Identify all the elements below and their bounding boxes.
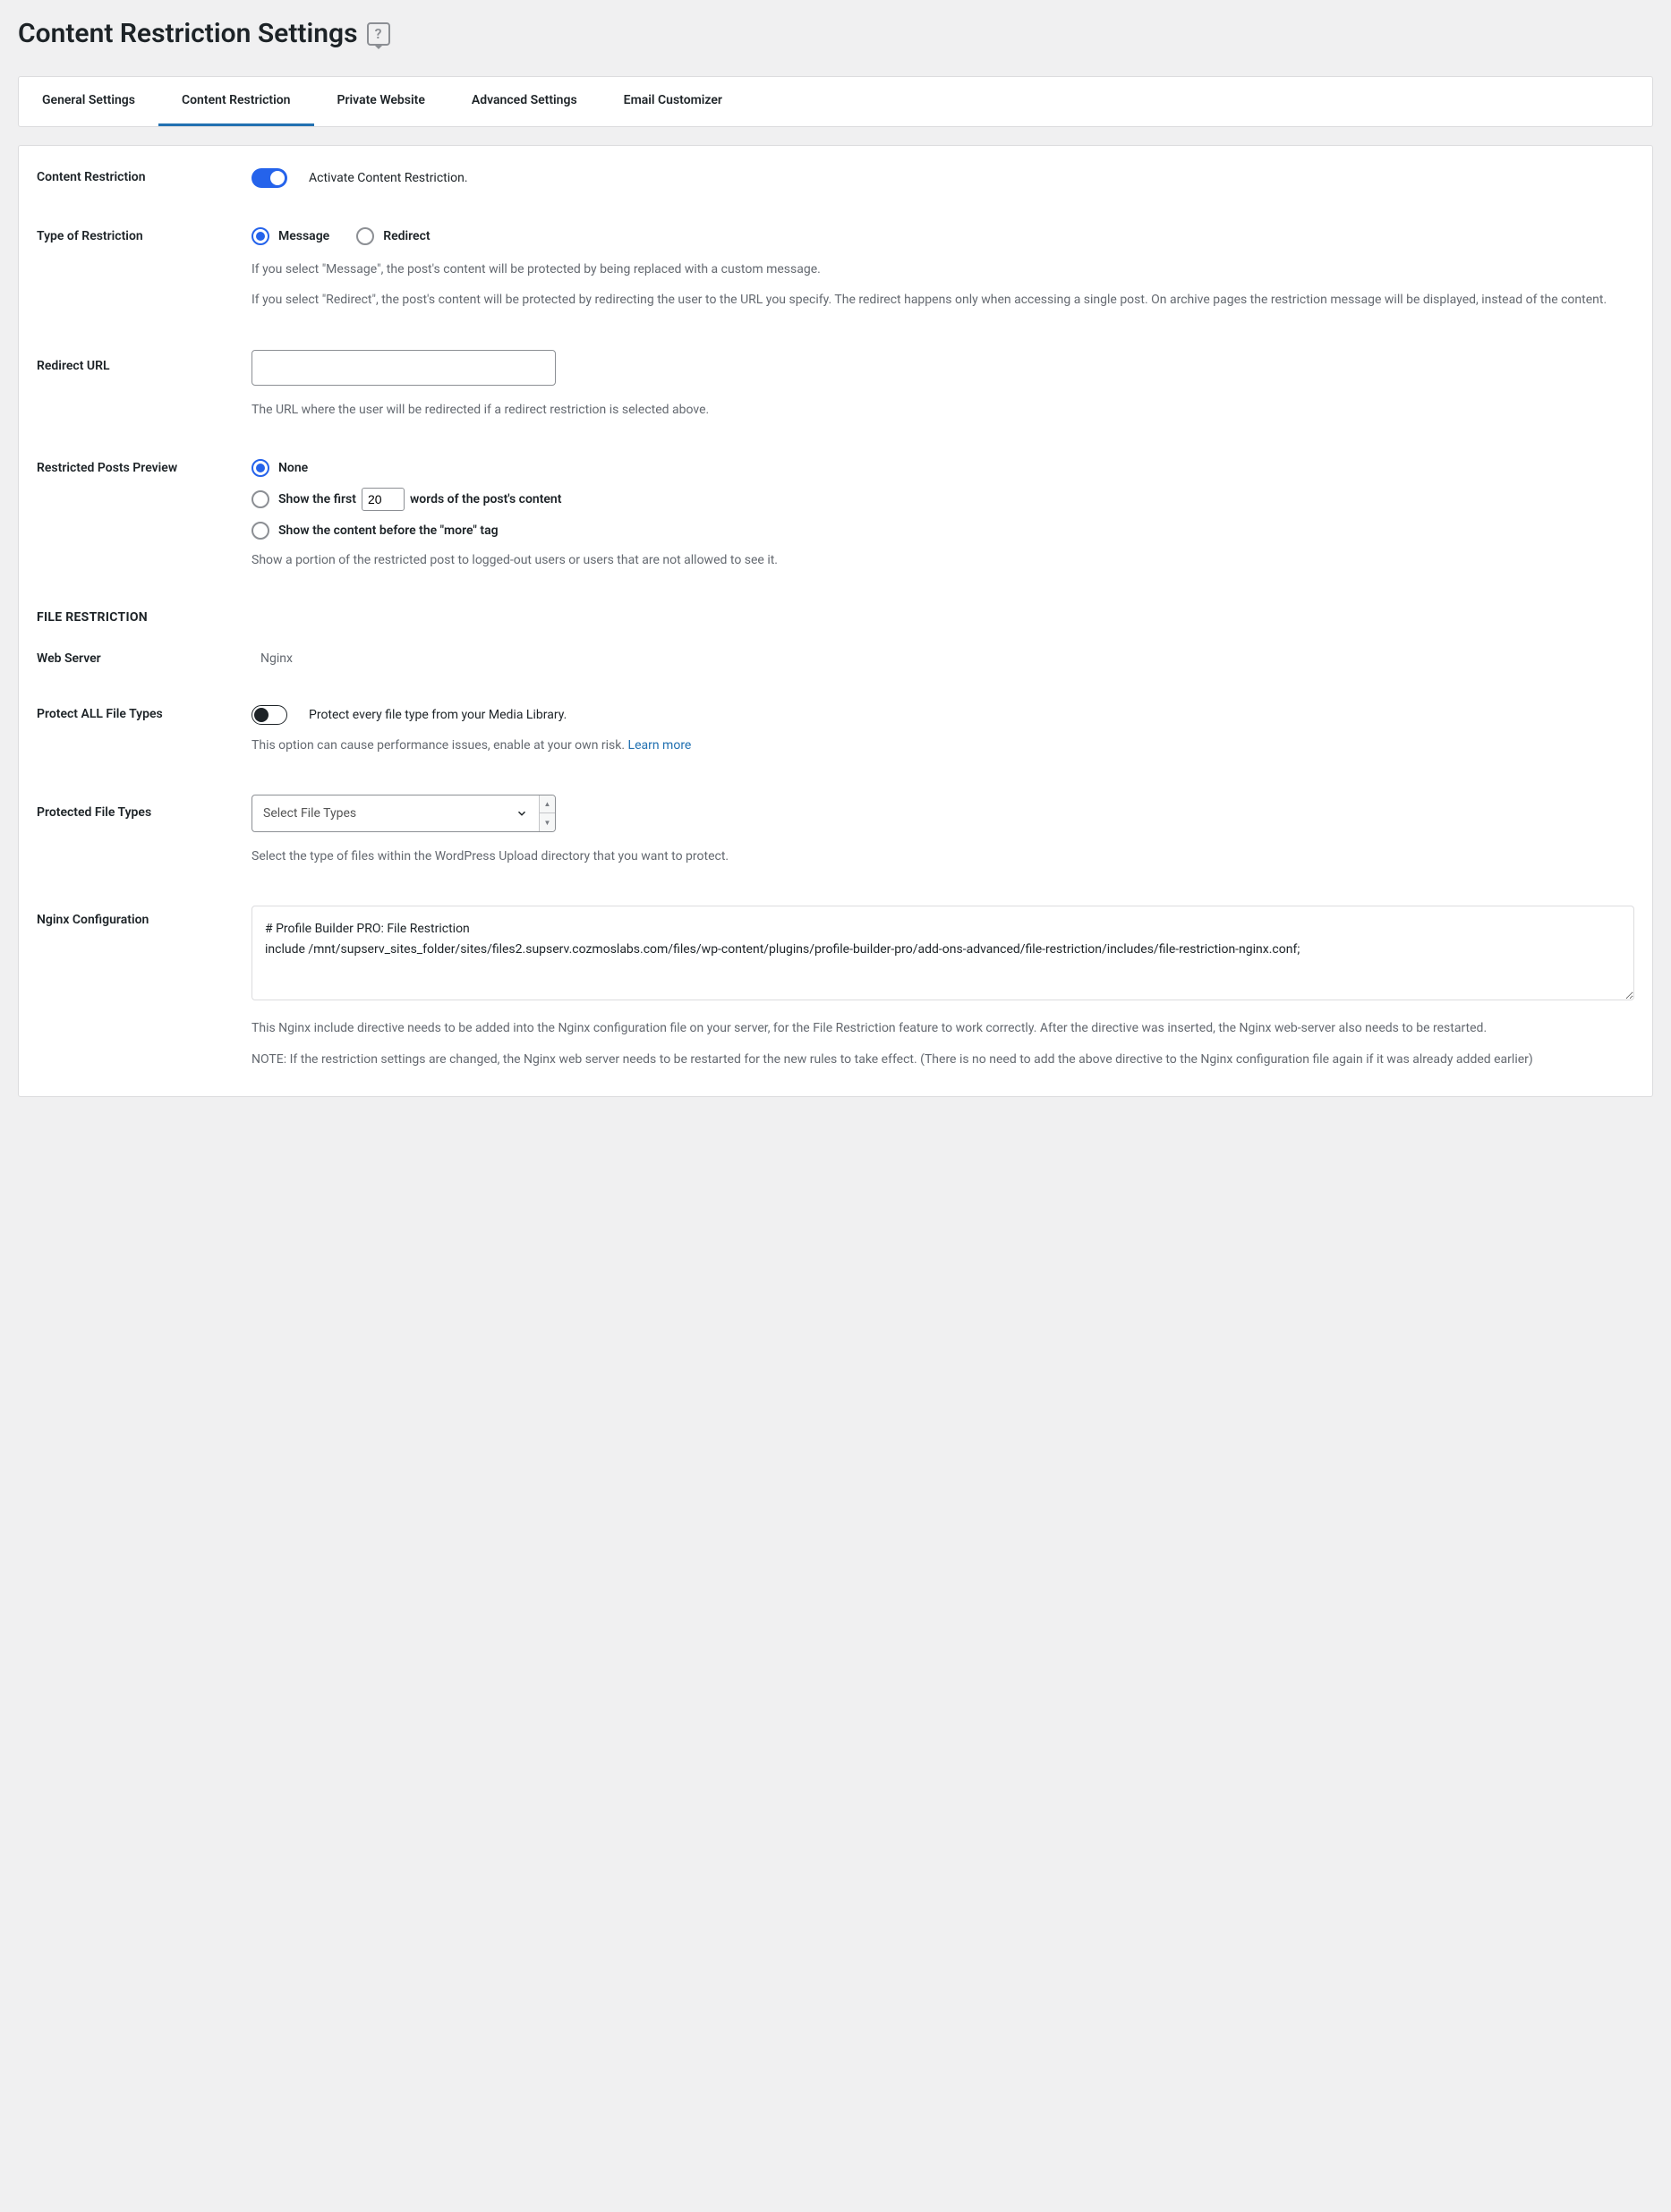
toggle-protect-all[interactable]	[252, 705, 287, 725]
select-stepper: ▲ ▼	[539, 795, 555, 831]
stepper-down[interactable]: ▼	[540, 813, 555, 831]
section-file-restriction: FILE RESTRICTION	[37, 610, 1634, 625]
radio-redirect-label: Redirect	[383, 229, 430, 243]
radio-option-more-tag[interactable]: Show the content before the "more" tag	[252, 522, 1634, 540]
textarea-nginx-config[interactable]	[252, 906, 1634, 1000]
radio-words	[252, 490, 269, 508]
radio-option-words[interactable]: Show the first words of the post's conte…	[252, 488, 1634, 511]
label-protected-types: Protected File Types	[37, 795, 252, 820]
tab-advanced-settings[interactable]: Advanced Settings	[448, 77, 601, 126]
label-content-restriction: Content Restriction	[37, 168, 252, 184]
radio-none-label: None	[278, 461, 308, 475]
input-words-count[interactable]	[362, 488, 405, 511]
settings-panel: Content Restriction Activate Content Res…	[18, 145, 1653, 1097]
label-protect-all: Protect ALL File Types	[37, 705, 252, 721]
stepper-up[interactable]: ▲	[540, 795, 555, 814]
learn-more-link[interactable]: Learn more	[628, 738, 692, 753]
row-nginx-config: Nginx Configuration This Nginx include d…	[37, 906, 1634, 1069]
radio-more-tag	[252, 522, 269, 540]
row-protected-types: Protected File Types Select File Types ▲…	[37, 795, 1634, 866]
label-nginx-config: Nginx Configuration	[37, 906, 252, 927]
label-web-server: Web Server	[37, 650, 252, 666]
radio-words-label: Show the first words of the post's conte…	[278, 488, 561, 511]
radio-option-redirect[interactable]: Redirect	[356, 227, 430, 245]
row-protect-all: Protect ALL File Types Protect every fil…	[37, 705, 1634, 755]
value-web-server: Nginx	[252, 650, 1634, 666]
tab-general-settings[interactable]: General Settings	[19, 77, 158, 126]
input-redirect-url[interactable]	[252, 350, 556, 386]
radio-more-tag-label: Show the content before the "more" tag	[278, 523, 499, 538]
select-file-types[interactable]: Select File Types ▲ ▼	[252, 795, 556, 832]
help-icon[interactable]: ?	[367, 22, 390, 46]
tab-content-restriction[interactable]: Content Restriction	[158, 77, 314, 126]
label-redirect-url: Redirect URL	[37, 350, 252, 373]
label-type-of-restriction: Type of Restriction	[37, 227, 252, 243]
chevron-down-icon	[516, 807, 528, 820]
tab-email-customizer[interactable]: Email Customizer	[601, 77, 746, 126]
radio-message	[252, 227, 269, 245]
radio-option-message[interactable]: Message	[252, 227, 329, 245]
radio-redirect	[356, 227, 374, 245]
radio-none	[252, 459, 269, 477]
radio-message-label: Message	[278, 229, 329, 243]
tab-private-website[interactable]: Private Website	[314, 77, 448, 126]
toggle-protect-all-label: Protect every file type from your Media …	[309, 708, 567, 722]
row-redirect-url: Redirect URL The URL where the user will…	[37, 350, 1634, 420]
row-web-server: Web Server Nginx	[37, 650, 1634, 666]
page-title-text: Content Restriction Settings	[18, 18, 358, 49]
toggle-knob	[254, 708, 269, 722]
help-nginx-1: This Nginx include directive needs to be…	[252, 1018, 1634, 1038]
help-type-redirect: If you select "Redirect", the post's con…	[252, 290, 1634, 310]
help-restricted-preview: Show a portion of the restricted post to…	[252, 550, 1634, 570]
tabs-nav: General Settings Content Restriction Pri…	[18, 76, 1653, 127]
toggle-knob	[270, 171, 285, 185]
row-type-of-restriction: Type of Restriction Message Redirect If …	[37, 227, 1634, 311]
help-protected-types: Select the type of files within the Word…	[252, 847, 1634, 866]
help-redirect-url: The URL where the user will be redirecte…	[252, 400, 1634, 420]
page-title: Content Restriction Settings ?	[18, 18, 1653, 49]
label-restricted-preview: Restricted Posts Preview	[37, 459, 252, 475]
help-type-message: If you select "Message", the post's cont…	[252, 259, 1634, 279]
row-restricted-preview: Restricted Posts Preview None Show the f…	[37, 459, 1634, 570]
select-placeholder: Select File Types	[263, 806, 356, 821]
row-content-restriction: Content Restriction Activate Content Res…	[37, 168, 1634, 188]
toggle-content-restriction[interactable]	[252, 168, 287, 188]
protect-all-help-text: This option can cause performance issues…	[252, 738, 628, 753]
radio-option-none[interactable]: None	[252, 459, 1634, 477]
help-protect-all: This option can cause performance issues…	[252, 736, 1634, 755]
help-nginx-2: NOTE: If the restriction settings are ch…	[252, 1050, 1634, 1069]
words-prefix: Show the first	[278, 492, 356, 506]
words-suffix: words of the post's content	[410, 492, 562, 506]
toggle-content-restriction-label: Activate Content Restriction.	[309, 171, 468, 185]
